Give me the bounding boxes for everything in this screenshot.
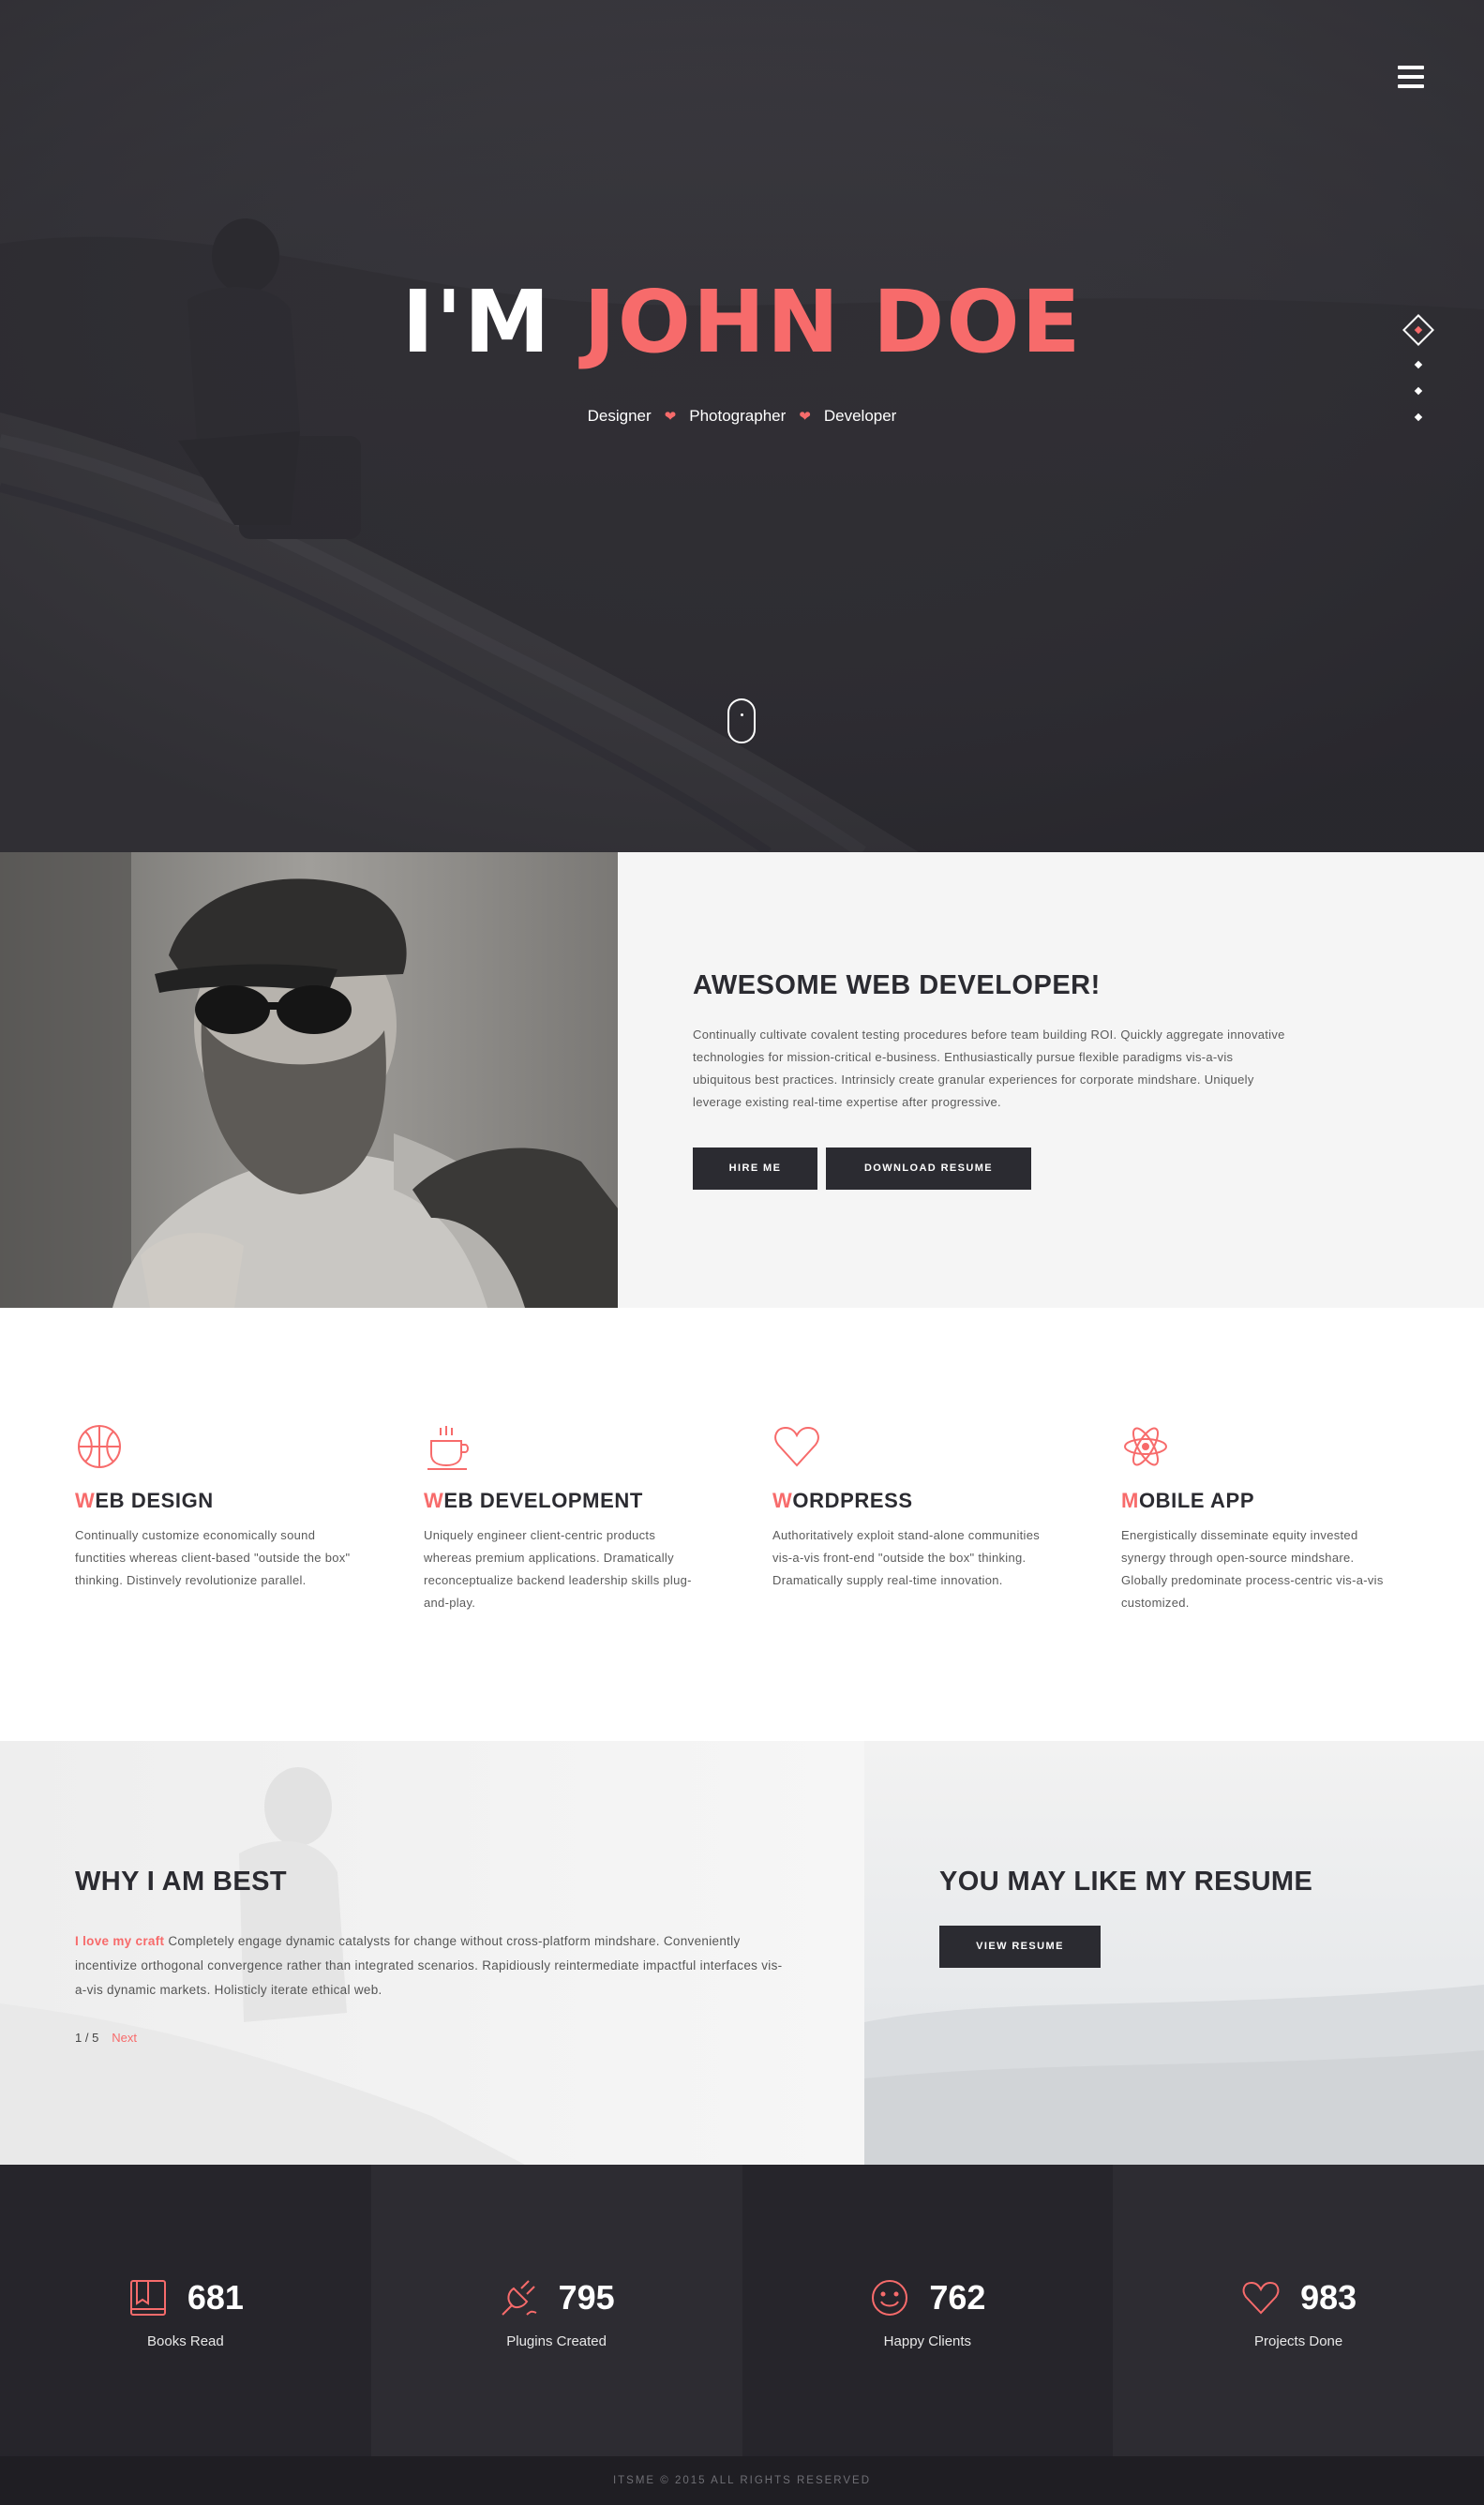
role-photographer: Photographer (689, 407, 787, 425)
service-title: WEB DEVELOPMENT (424, 1489, 772, 1513)
counter-value: 983 (1300, 2278, 1357, 2317)
smile-icon (872, 2280, 908, 2316)
view-resume-button[interactable]: VIEW RESUME (939, 1926, 1101, 1968)
service-title-initial: W (772, 1489, 793, 1512)
counter-label: Plugins Created (506, 2333, 607, 2349)
service-title: MOBILE APP (1121, 1489, 1470, 1513)
menu-bar (1398, 66, 1424, 69)
counter-row: 681 (127, 2277, 244, 2318)
scroll-down-mouse-icon[interactable] (727, 698, 756, 743)
about-buttons: HIRE ME DOWNLOAD RESUME (693, 1148, 1484, 1190)
nav-dot[interactable] (1414, 412, 1423, 422)
counter-value: 762 (929, 2278, 986, 2317)
counter-label: Happy Clients (883, 2333, 972, 2349)
heart-icon (1242, 2281, 1280, 2315)
service-description: Energistically disseminate equity invest… (1121, 1528, 1384, 1610)
hero-section: I'M JOHN DOE Designer ❤ Photographer ❤ D… (0, 0, 1484, 852)
coffee-cup-icon (427, 1426, 469, 1470)
service-title-rest: EB DESIGN (95, 1489, 214, 1512)
counter-label: Books Read (147, 2333, 224, 2349)
hero-title: I'M JOHN DOE (0, 272, 1484, 372)
hero-title-prefix: I'M (401, 272, 552, 372)
resume-panel: YOU MAY LIKE MY RESUME VIEW RESUME (864, 1741, 1484, 2165)
service-web-development: WEB DEVELOPMENT Uniquely engineer client… (424, 1422, 772, 1741)
services-section: WEB DESIGN Continually customize economi… (0, 1308, 1484, 1741)
footer: ITSME © 2015 ALL RIGHTS RESERVED (0, 2456, 1484, 2505)
counter-books: 681 Books Read (0, 2165, 371, 2456)
about-heading: AWESOME WEB DEVELOPER! (693, 970, 1101, 1000)
diamond-icon (1414, 325, 1423, 335)
service-wordpress: WORDPRESS Authoritatively exploit stand-… (772, 1422, 1121, 1741)
testimonial-pager: 1 / 5 Next (75, 2031, 864, 2045)
counter-value: 681 (187, 2278, 244, 2317)
about-section: AWESOME WEB DEVELOPER! Continually culti… (0, 852, 1484, 1308)
heart-separator-icon: ❤ (799, 409, 811, 425)
service-title-rest: OBILE APP (1138, 1489, 1255, 1512)
atom-icon (1124, 1427, 1167, 1466)
menu-bar (1398, 75, 1424, 79)
role-developer: Developer (823, 407, 897, 425)
counter-row: 795 (499, 2277, 615, 2318)
role-designer: Designer (587, 407, 652, 425)
plug-icon (501, 2280, 537, 2316)
why-body: I love my craft Completely engage dynami… (75, 1929, 787, 2002)
service-title: WORDPRESS (772, 1489, 1121, 1513)
portrait-illustration (0, 852, 618, 1308)
pager-count: 1 / 5 (75, 2031, 99, 2045)
counter-plugins: 795 Plugins Created (370, 2165, 742, 2456)
service-title-initial: W (75, 1489, 96, 1512)
copyright-text: ITSME © 2015 ALL RIGHTS RESERVED (612, 2475, 872, 2486)
mouse-wheel (741, 713, 743, 716)
counters-section: 681 Books Read 795 Plugins Created 762 H… (0, 2165, 1484, 2456)
resume-heading: YOU MAY LIKE MY RESUME (939, 1867, 1313, 1897)
counter-row: 983 (1240, 2277, 1357, 2318)
counter-row: 762 (869, 2277, 985, 2318)
hero-title-name: JOHN DOE (583, 272, 1083, 372)
nav-dot[interactable] (1414, 386, 1423, 396)
heart-separator-icon: ❤ (664, 409, 677, 425)
portrait-photo (0, 852, 618, 1308)
service-description: Continually customize economically sound… (75, 1528, 351, 1587)
download-resume-button[interactable]: DOWNLOAD RESUME (826, 1148, 1031, 1190)
hire-me-button[interactable]: HIRE ME (693, 1148, 817, 1190)
heart-icon (774, 1426, 819, 1467)
service-title-initial: W (424, 1489, 444, 1512)
counter-clients: 762 Happy Clients (742, 2165, 1114, 2456)
why-text: Completely engage dynamic catalysts for … (75, 1934, 783, 1997)
menu-bar (1398, 84, 1424, 88)
nav-dot[interactable] (1414, 360, 1423, 369)
hamburger-menu-button[interactable] (1398, 66, 1424, 88)
why-panel: WHY I AM BEST I love my craft Completely… (0, 1741, 864, 2165)
service-title-rest: ORDPRESS (792, 1489, 913, 1512)
service-web-design: WEB DESIGN Continually customize economi… (75, 1422, 424, 1741)
service-title: WEB DESIGN (75, 1489, 424, 1513)
hero-roles: Designer ❤ Photographer ❤ Developer (0, 407, 1484, 426)
about-body: Continually cultivate covalent testing p… (693, 1028, 1285, 1109)
nav-dot-active[interactable] (1402, 314, 1434, 346)
counter-label: Projects Done (1254, 2333, 1343, 2349)
counter-projects: 983 Projects Done (1113, 2165, 1484, 2456)
why-heading: WHY I AM BEST (75, 1867, 287, 1897)
service-title-initial: M (1121, 1489, 1139, 1512)
service-title-rest: EB DEVELOPMENT (443, 1489, 643, 1512)
why-lead: I love my craft (75, 1934, 165, 1948)
service-description: Uniquely engineer client-centric product… (424, 1528, 692, 1610)
service-mobile-app: MOBILE APP Energistically disseminate eq… (1121, 1422, 1470, 1741)
basketball-icon (78, 1425, 121, 1468)
why-resume-section: WHY I AM BEST I love my craft Completely… (0, 1741, 1484, 2165)
book-icon (129, 2280, 166, 2316)
about-content: AWESOME WEB DEVELOPER! Continually culti… (618, 852, 1484, 1308)
section-navigation (1402, 314, 1434, 422)
service-description: Authoritatively exploit stand-alone comm… (772, 1528, 1041, 1587)
counter-value: 795 (558, 2278, 615, 2317)
pager-next-link[interactable]: Next (112, 2031, 137, 2045)
